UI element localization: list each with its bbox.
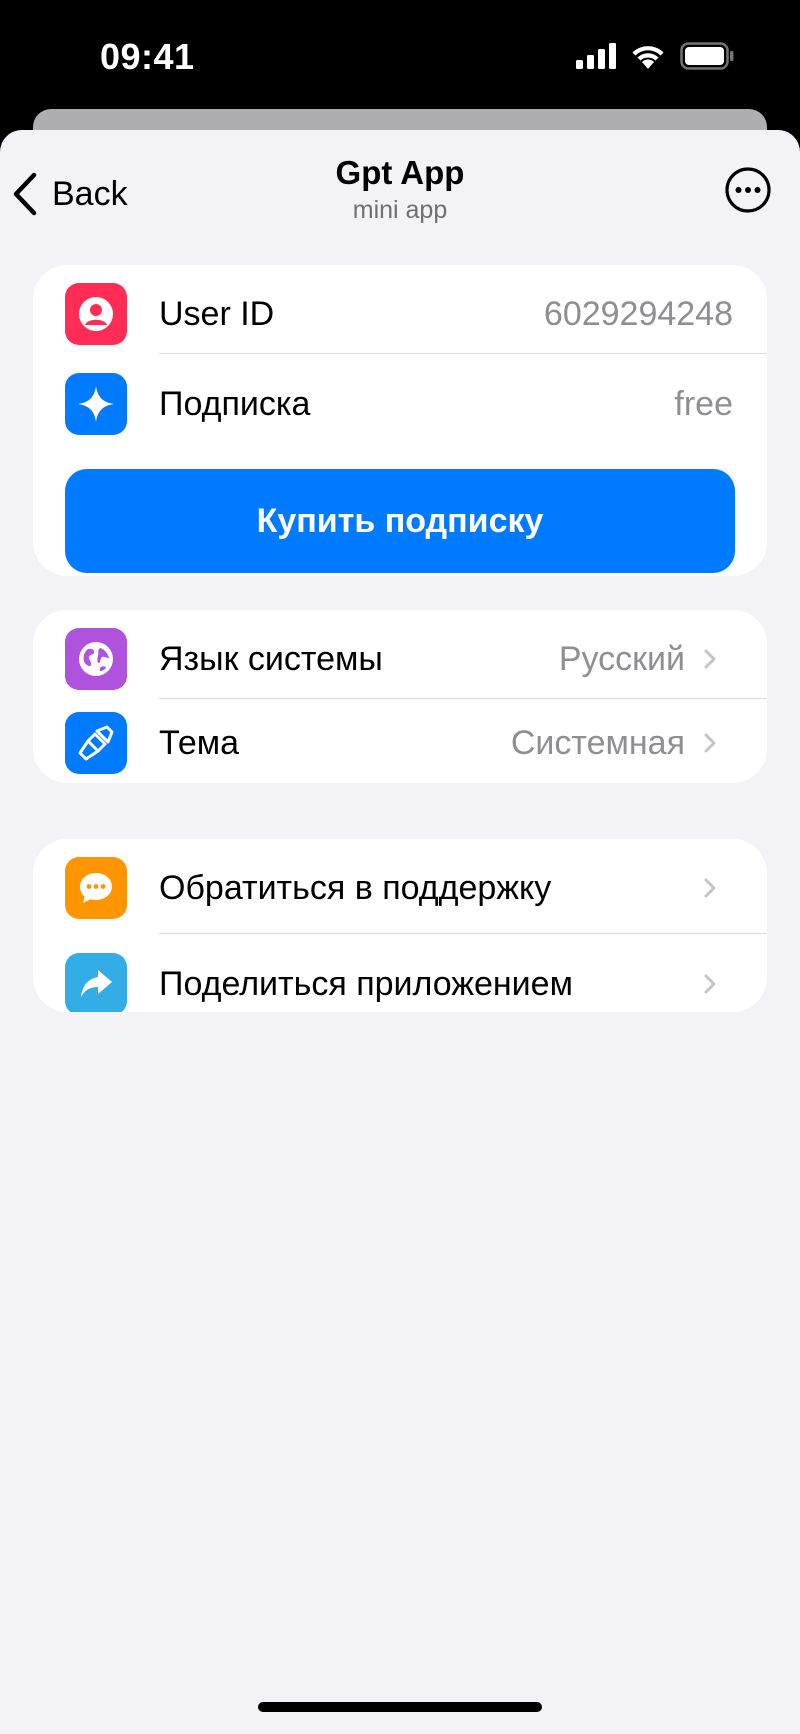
contact-support-row[interactable]: Обратиться в поддержку xyxy=(33,839,767,937)
theme-label: Тема xyxy=(159,723,240,762)
contact-support-label: Обратиться в поддержку xyxy=(159,868,552,907)
buy-subscription-button[interactable]: Купить подписку xyxy=(65,469,735,573)
more-options-icon[interactable] xyxy=(724,166,772,214)
support-card: Обратиться в поддержку Поделиться прилож… xyxy=(33,839,767,1012)
chevron-right-icon xyxy=(704,733,716,753)
theme-row[interactable]: Тема Системная xyxy=(33,694,767,783)
share-arrow-icon xyxy=(81,970,112,997)
page-subtitle: mini app xyxy=(352,196,448,224)
divider xyxy=(159,353,767,354)
settings-card: Язык системы Русский Тема Системная xyxy=(33,610,767,783)
chevron-right-icon xyxy=(704,649,716,669)
user-id-row: User ID 6029294248 xyxy=(33,265,767,363)
share-app-row[interactable]: Поделиться приложением xyxy=(33,935,767,1012)
sparkle-icon xyxy=(78,386,114,422)
chevron-right-icon xyxy=(704,974,716,994)
user-icon-box xyxy=(65,283,127,345)
status-time: 09:41 xyxy=(100,36,195,77)
battery-icon xyxy=(680,42,734,70)
mini-app-sheet: Back Gpt App mini app User ID 6029294248 xyxy=(0,130,800,1734)
page-title: Gpt App xyxy=(335,154,465,191)
share-app-label: Поделиться приложением xyxy=(159,964,573,1003)
subscription-row: Подписка free xyxy=(33,355,767,453)
wifi-icon xyxy=(632,46,664,69)
language-value: Русский xyxy=(558,639,685,678)
language-icon-box xyxy=(65,628,127,690)
status-icons xyxy=(576,42,734,70)
contact-icon-box xyxy=(65,857,127,919)
share-icon-box xyxy=(65,953,127,1012)
theme-icon-box xyxy=(65,712,127,774)
person-icon xyxy=(79,297,113,331)
status-bar: 09:41 xyxy=(0,0,800,110)
globe-icon xyxy=(79,642,113,676)
subscription-icon-box xyxy=(65,373,127,435)
theme-value: Системная xyxy=(510,723,685,762)
subscription-label: Подписка xyxy=(159,384,311,423)
language-label: Язык системы xyxy=(159,639,383,678)
cellular-signal-icon xyxy=(576,43,616,69)
chevron-right-icon xyxy=(704,878,716,898)
chat-bubble-icon xyxy=(80,873,112,903)
account-card: User ID 6029294248 Подписка free Купить … xyxy=(33,265,767,576)
divider xyxy=(159,933,767,934)
user-id-label: User ID xyxy=(159,294,275,333)
user-id-value: 6029294248 xyxy=(543,294,733,333)
brush-icon xyxy=(78,725,114,761)
subscription-value: free xyxy=(674,384,733,423)
home-indicator[interactable] xyxy=(258,1702,542,1712)
